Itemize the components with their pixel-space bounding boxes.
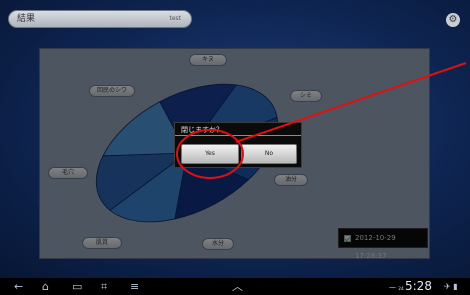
wifi-battery-icons: ✈ ▮ (444, 282, 458, 291)
screenshot-icon[interactable]: ⌗ (101, 280, 107, 293)
yes-button[interactable]: Yes (181, 144, 239, 164)
chevron-up-icon[interactable]: ︿ (232, 280, 243, 293)
dialog-message: 閉じますか？ (181, 126, 223, 134)
status-icons: 一 ₂₄ (389, 284, 404, 292)
home-icon[interactable]: ⌂ (42, 280, 49, 293)
back-icon[interactable]: ← (14, 280, 23, 293)
recent-apps-icon[interactable]: ▭ (72, 280, 82, 293)
confirm-dialog: 閉じますか？ Yes No (174, 122, 302, 168)
menu-icon[interactable]: ≡ (130, 280, 139, 293)
system-navigation-bar: ← ⌂ ▭ ⌗ ≡ ︿ 一 ₂₄ 5:28 ✈ ▮ (0, 278, 470, 295)
no-button[interactable]: No (241, 144, 297, 164)
dialog-divider (175, 135, 301, 136)
clock: 5:28 (405, 279, 432, 293)
